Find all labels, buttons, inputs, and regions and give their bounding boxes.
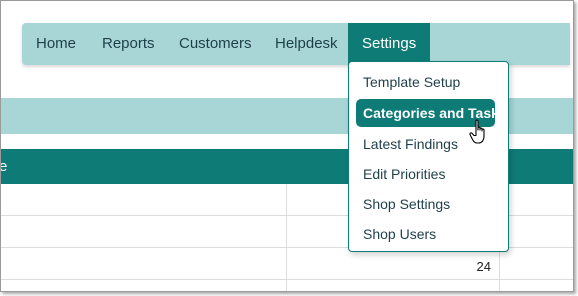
column-divider — [286, 184, 287, 291]
menu-item-template-setup[interactable]: Template Setup — [363, 74, 460, 90]
nav-settings[interactable]: Settings — [348, 23, 431, 65]
settings-dropdown-menu: Template Setup Categories and Tasks Late… — [348, 61, 509, 252]
menu-item-shop-users[interactable]: Shop Users — [363, 226, 436, 242]
hand-pointer-icon — [469, 119, 485, 144]
table-cell-value: 24 — [476, 259, 491, 274]
nav-customers[interactable]: Customers — [179, 23, 252, 65]
menu-item-shop-settings[interactable]: Shop Settings — [363, 196, 450, 212]
nav-home[interactable]: Home — [36, 23, 76, 65]
main-navbar: Home Reports Customers Helpdesk Settings — [22, 23, 570, 65]
menu-item-edit-priorities[interactable]: Edit Priorities — [363, 166, 445, 182]
table-header-label: e — [1, 158, 7, 175]
menu-item-latest-findings[interactable]: Latest Findings — [363, 136, 458, 152]
app-window: Home Reports Customers Helpdesk Settings… — [0, 0, 574, 292]
nav-helpdesk[interactable]: Helpdesk — [275, 23, 338, 65]
nav-reports[interactable]: Reports — [102, 23, 155, 65]
